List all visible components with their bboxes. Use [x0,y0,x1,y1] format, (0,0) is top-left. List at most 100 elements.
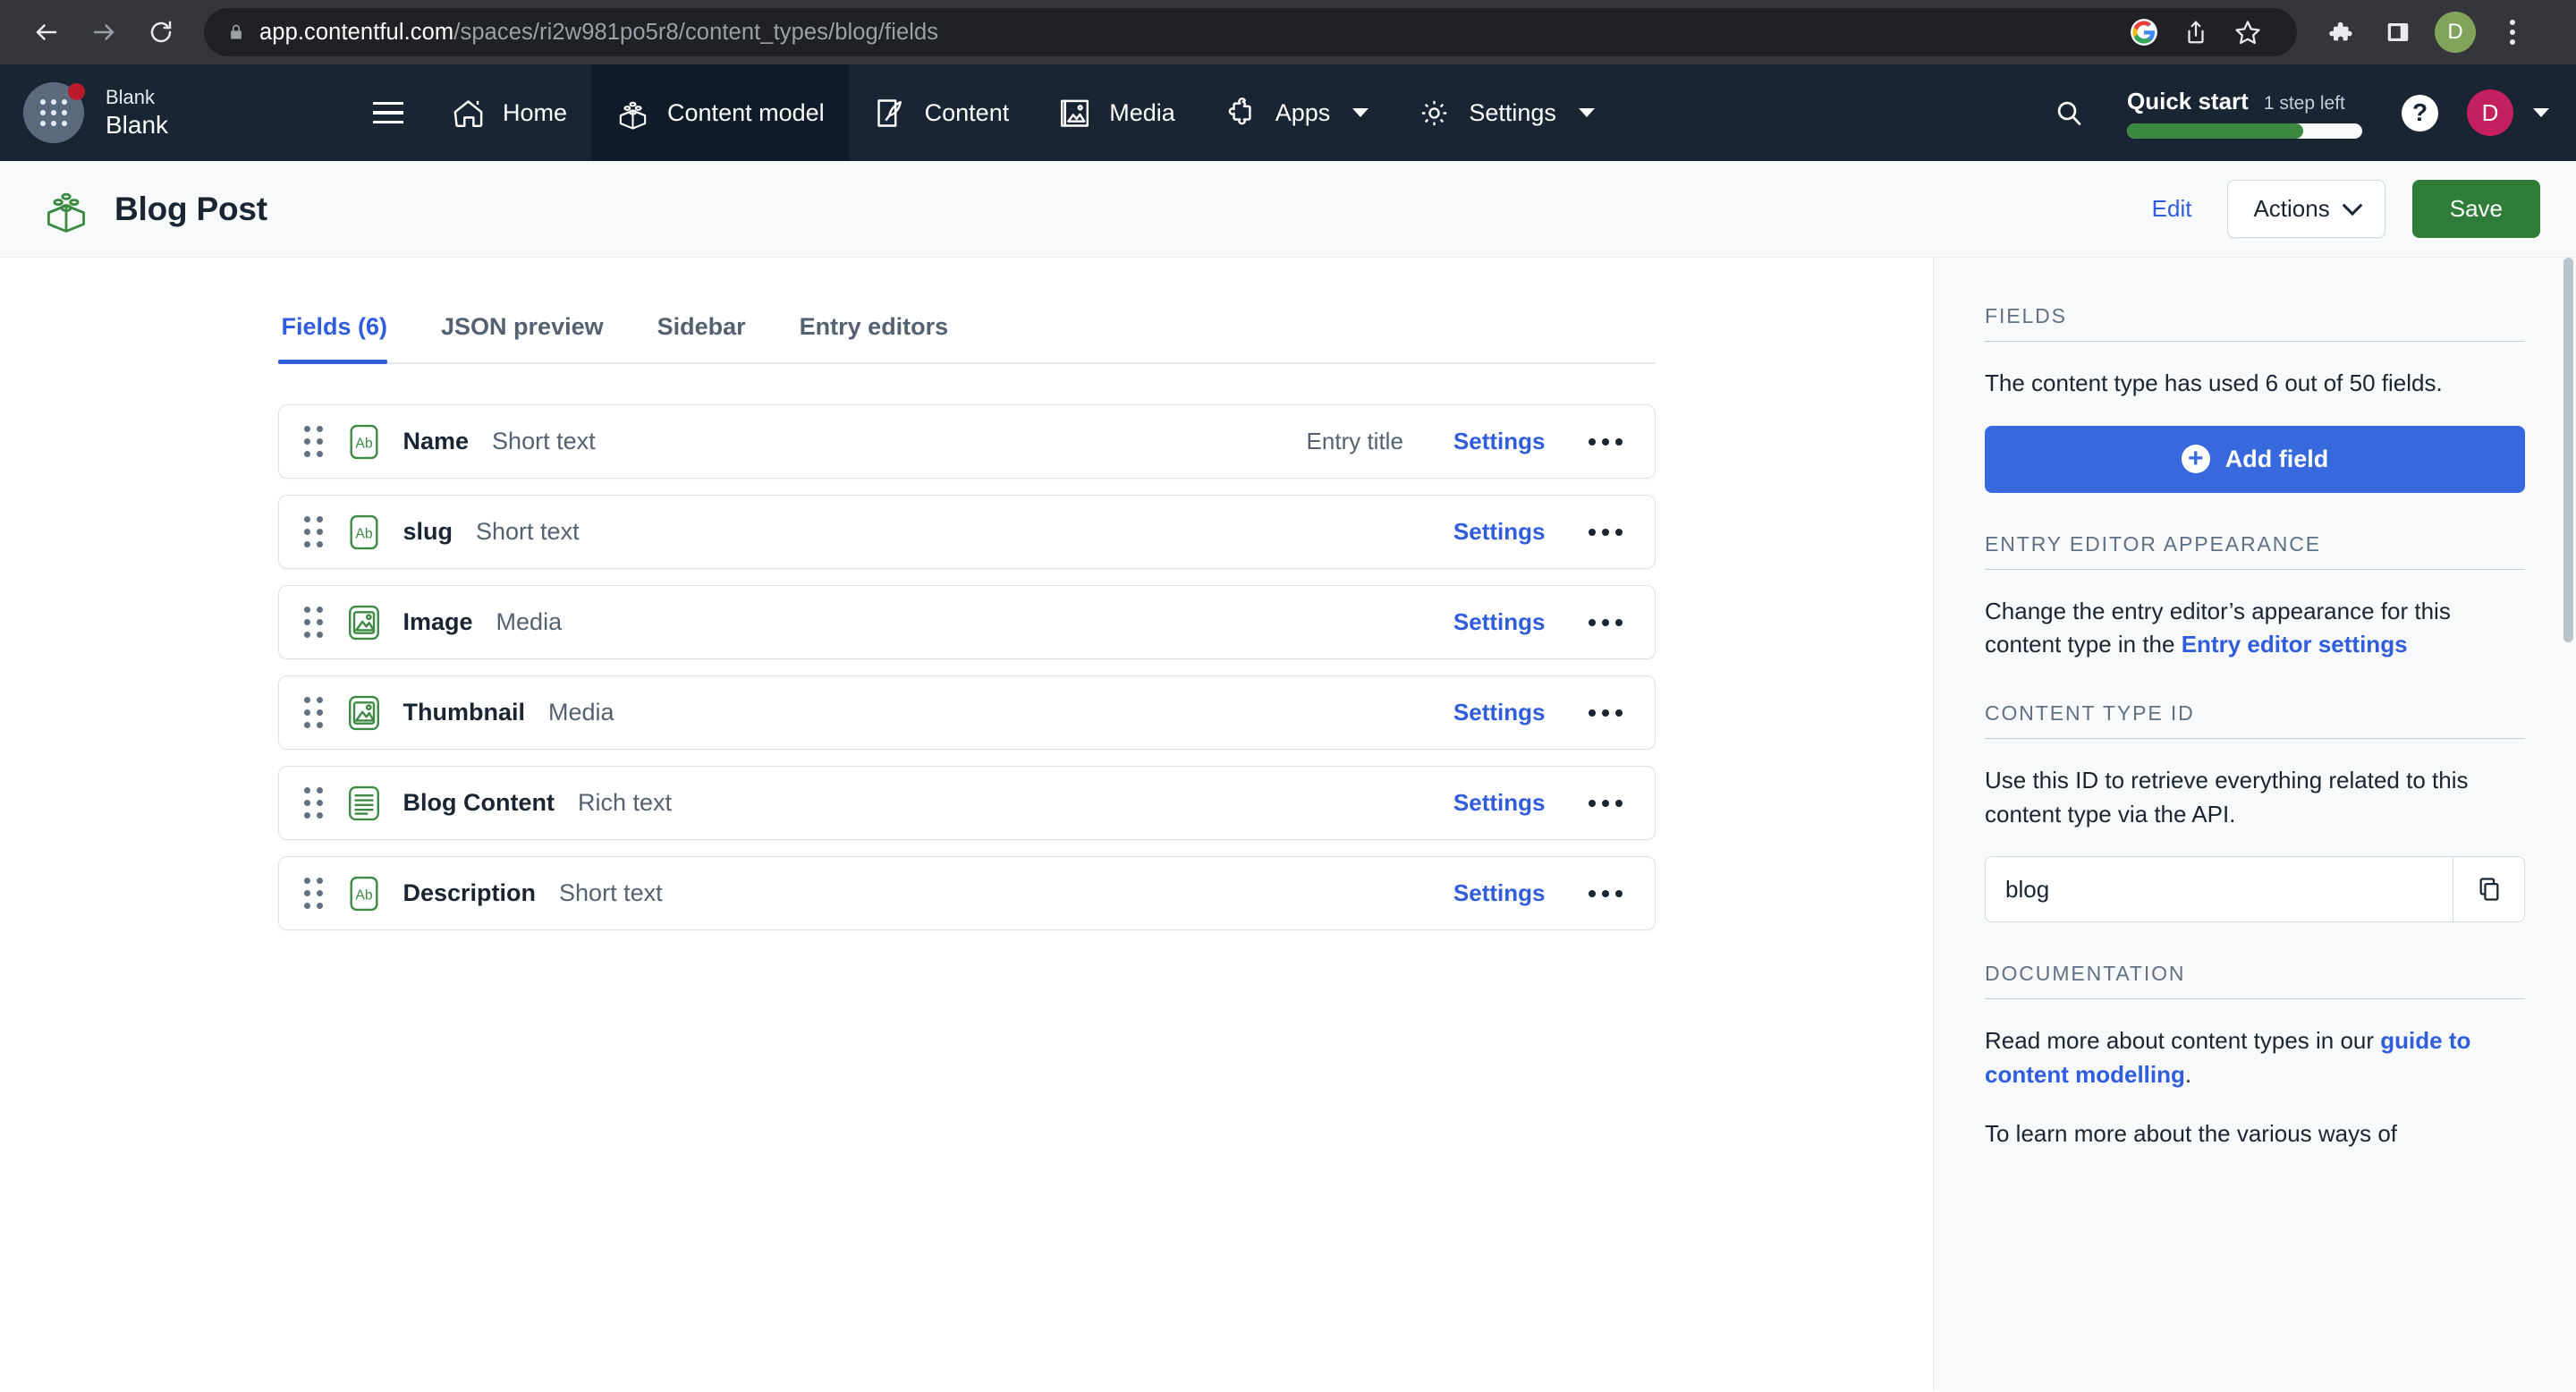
entry-editor-text: Change the entry editor’s appearance for… [1985,595,2525,662]
help-icon: ? [2402,94,2438,132]
drag-handle-icon[interactable] [303,607,323,638]
field-name: Name [402,428,470,454]
short-text-icon: Ab [344,422,384,462]
kebab-menu-icon [2510,20,2515,45]
page-body: Fields (6) JSON preview Sidebar Entry edito… [0,258,2576,1391]
drag-handle-icon[interactable] [303,878,323,909]
quick-start-progress-fill [2127,123,2304,139]
more-options-icon[interactable] [1585,702,1626,724]
field-settings-button[interactable]: Settings [1453,608,1546,636]
field-settings-button[interactable]: Settings [1453,789,1546,817]
edit-button[interactable]: Edit [2143,191,2201,226]
more-options-icon[interactable] [1585,612,1626,633]
notification-badge [68,83,85,100]
more-options-icon[interactable] [1585,793,1626,814]
field-row[interactable]: Ab slug Short text Settings [277,495,1656,569]
reload-button[interactable] [134,5,188,59]
documentation-paragraph-one: Read more about content types in our gui… [1985,1024,2525,1091]
rich-text-icon [344,784,384,823]
sidebar-scrollbar[interactable] [2563,258,2573,642]
copy-icon [2479,878,2498,902]
more-options-icon[interactable] [1585,883,1626,904]
page-header: Blog Post Edit Actions Save [0,161,2576,258]
back-arrow-icon [36,24,57,40]
app-navigation-bar: Blank Blank Home Content model Content M… [0,64,2576,161]
save-button[interactable]: Save [2411,180,2540,238]
bookmark-button[interactable] [2222,6,2274,58]
field-row[interactable]: Blog Content Rich text Settings [277,766,1656,840]
organization-name: Blank [106,86,156,108]
field-settings-button[interactable]: Settings [1453,428,1546,455]
nav-item-settings[interactable]: Settings [1393,64,1619,161]
field-name: Blog Content [402,789,555,816]
content-model-icon [619,101,647,130]
reload-icon [150,21,172,43]
search-button[interactable] [2030,98,2107,128]
drag-handle-icon[interactable] [303,516,323,547]
search-icon [2057,101,2081,125]
side-panel-icon [2387,23,2409,41]
field-settings-button[interactable]: Settings [1453,518,1546,546]
add-field-label: Add field [2224,445,2329,472]
fields-list: Ab Name Short text Entry title Settings Ab slu… [277,404,1656,930]
share-button[interactable] [2170,6,2222,58]
puzzle-icon [2329,21,2352,41]
field-settings-button[interactable]: Settings [1453,879,1546,907]
nav-label: Home [503,98,568,126]
more-options-icon[interactable] [1585,431,1626,453]
add-field-button[interactable]: + Add field [1985,425,2525,493]
entry-editor-settings-link[interactable]: Entry editor settings [2182,631,2408,658]
content-type-id-field [1985,856,2525,923]
address-bar[interactable]: app.contentful.com/spaces/ri2w981po5r8/c… [204,8,2297,56]
avatar: D [2435,12,2476,53]
drag-handle-icon[interactable] [303,787,323,819]
main-nav-items: Home Content model Content Media Apps Se… [427,64,1619,161]
nav-label: Content [924,98,1010,126]
nav-label: Apps [1275,98,1331,126]
nav-label: Settings [1469,98,1556,126]
content-type-id-description: Use this ID to retrieve everything relat… [1985,767,2469,828]
side-panel-button[interactable] [2372,6,2424,58]
field-row[interactable]: Ab Name Short text Entry title Settings [277,404,1656,479]
tab-sidebar[interactable]: Sidebar [631,313,773,362]
chevron-down-icon [1352,108,1369,117]
drag-handle-icon[interactable] [303,697,323,728]
actions-button[interactable]: Actions [2227,180,2385,238]
tab-fields-6[interactable]: Fields (6) [277,313,415,364]
browser-profile-button[interactable]: D [2429,6,2481,58]
hamburger-icon[interactable] [373,101,403,124]
extensions-button[interactable] [2315,6,2367,58]
help-button[interactable]: ? [2382,94,2458,132]
forward-button[interactable] [77,5,131,59]
content-type-id-input[interactable] [1986,857,2453,922]
right-sidebar: FIELDS The content type has used 6 out o… [1934,258,2576,1391]
field-settings-button[interactable]: Settings [1453,699,1546,726]
tab-entry-editors[interactable]: Entry editors [773,313,976,362]
nav-item-content-model[interactable]: Content model [591,64,849,161]
google-search-button[interactable] [2118,6,2170,58]
nav-item-home[interactable]: Home [427,64,591,161]
browser-menu-button[interactable] [2487,6,2538,58]
tab-json-preview[interactable]: JSON preview [414,313,631,362]
sidebar-section-entry-editor: ENTRY EDITOR APPEARANCE Change the entry… [1985,532,2525,662]
field-name: Description [402,879,537,906]
space-switcher[interactable]: Blank Blank [0,64,427,161]
more-options-icon[interactable] [1585,522,1626,543]
actions-label: Actions [2253,195,2330,222]
field-row[interactable]: Image Media Settings [277,585,1656,659]
copy-id-button[interactable] [2453,857,2524,922]
sidebar-section-content-type-id: CONTENT TYPE ID Use this ID to retrieve … [1985,701,2525,923]
doc-text-before: Read more about content types in our [1985,1027,2381,1055]
nav-item-content[interactable]: Content [849,64,1034,161]
media-image-icon [344,603,384,642]
nav-item-media[interactable]: Media [1033,64,1199,161]
field-row[interactable]: Ab Description Short text Settings [277,856,1656,930]
drag-handle-icon[interactable] [303,426,323,457]
quick-start-widget[interactable]: Quick start 1 step left [2107,88,2382,139]
field-type: Short text [492,428,596,454]
settings-gear-icon [1422,100,1447,125]
field-row[interactable]: Thumbnail Media Settings [277,675,1656,750]
nav-item-apps[interactable]: Apps [1199,64,1394,161]
back-button[interactable] [20,5,73,59]
user-menu[interactable]: D [2458,89,2576,136]
